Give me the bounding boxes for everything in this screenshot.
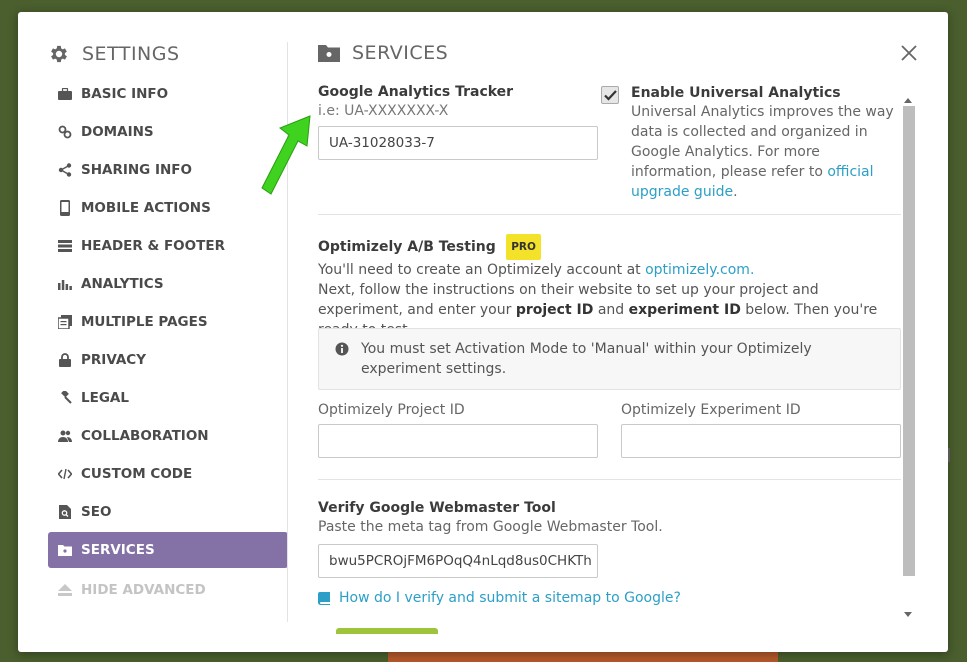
sidebar-item-sharing-info[interactable]: SHARING INFO [48,152,288,188]
experiment-id-group: Optimizely Experiment ID [621,402,901,458]
scroll-thumb[interactable] [903,106,915,576]
universal-analytics-desc-period: . [733,184,738,200]
sidebar-item-domains[interactable]: DOMAINS [48,114,288,150]
share-icon [58,163,72,177]
sidebar-item-services[interactable]: SERVICES [48,532,288,568]
pages-icon [58,315,72,329]
code-icon [58,467,72,481]
gavel-icon [58,391,72,405]
sidebar-item-basic-info[interactable]: BASIC INFO [48,76,288,112]
sidebar-item-label: MULTIPLE PAGES [81,314,208,330]
experiment-id-input[interactable] [621,424,901,458]
universal-analytics-section: Enable Universal Analytics Universal Ana… [601,84,901,202]
sidebar-item-label: LEGAL [81,390,129,406]
optimizely-line2-b: project ID [515,302,594,318]
background-handle [948,448,958,462]
services-content: Google Analytics Tracker i.e: UA-XXXXXXX… [318,84,901,620]
lock-icon [58,353,72,367]
universal-analytics-checkbox[interactable] [601,86,619,104]
optimizely-line1: You'll need to create an Optimizely acco… [318,260,901,280]
sidebar-item-collaboration[interactable]: COLLABORATION [48,418,288,454]
briefcase-icon [58,87,72,101]
universal-analytics-label: Enable Universal Analytics [631,85,841,101]
ga-label: Google Analytics Tracker [318,84,514,100]
optimizely-link[interactable]: optimizely.com. [645,262,754,278]
webmaster-hint: Paste the meta tag from Google Webmaster… [318,519,663,535]
sidebar-item-mobile-actions[interactable]: MOBILE ACTIONS [48,190,288,226]
project-id-group: Optimizely Project ID [318,402,598,458]
sidebar-item-header-footer[interactable]: HEADER & FOOTER [48,228,288,264]
optimizely-label: Optimizely A/B Testing [318,239,496,255]
sidebar-item-label: HEADER & FOOTER [81,238,225,254]
project-id-input[interactable] [318,424,598,458]
sidebar-item-privacy[interactable]: PRIVACY [48,342,288,378]
activation-alert-text: You must set Activation Mode to 'Manual'… [361,341,812,377]
ga-hint: i.e: UA-XXXXXXX-X [318,103,449,119]
settings-modal: SETTINGS BASIC INFO DOMAINS SHARING INFO… [18,12,948,652]
optimizely-line2-c: and [593,302,629,318]
header-footer-icon [58,239,72,253]
webmaster-section: Verify Google Webmaster Tool Paste the m… [318,500,901,606]
sidebar-item-legal[interactable]: LEGAL [48,380,288,416]
checkmark-icon [603,89,617,101]
project-id-label: Optimizely Project ID [318,402,465,418]
scroll-down-arrow-icon[interactable] [904,612,912,617]
universal-analytics-desc: Universal Analytics improves the way dat… [631,102,901,202]
optimizely-line2-d: experiment ID [628,302,741,318]
gear-icon [51,45,67,63]
sidebar-item-label: SHARING INFO [81,162,192,178]
ga-tracker-input[interactable]: UA-31028033-7 [318,126,598,160]
pro-badge: PRO [506,234,541,260]
seo-icon [58,505,72,519]
info-icon [335,342,349,356]
optimizely-section: Optimizely A/B Testing PRO You'll need t… [318,234,901,340]
sidebar-item-label: BASIC INFO [81,86,169,102]
sidebar-item-label: ANALYTICS [81,276,164,292]
sitemap-help-link[interactable]: How do I verify and submit a sitemap to … [318,590,901,606]
sidebar-item-label: DOMAINS [81,124,154,140]
sidebar-item-label: COLLABORATION [81,428,209,444]
sidebar-item-custom-code[interactable]: CUSTOM CODE [48,456,288,492]
folder-icon [318,45,340,62]
sidebar-item-label: PRIVACY [81,352,146,368]
page-title-label: SERVICES [352,42,449,64]
sidebar-title-label: SETTINGS [82,43,180,65]
sidebar-item-seo[interactable]: SEO [48,494,288,530]
section-divider [318,214,901,215]
book-icon [318,591,330,605]
link-icon [58,125,72,139]
activation-alert: You must set Activation Mode to 'Manual'… [318,328,901,390]
optimizely-line1-text: You'll need to create an Optimizely acco… [318,262,646,278]
experiment-id-label: Optimizely Experiment ID [621,402,801,418]
webmaster-meta-input[interactable]: bwu5PCROjFM6POqQ4nLqd8us0CHKTh [318,544,598,578]
sidebar-title: SETTINGS [48,40,288,68]
sidebar-item-label: SEO [81,504,112,520]
section-divider [318,479,901,480]
close-button[interactable] [898,42,920,64]
close-icon [901,45,917,61]
ga-section: Google Analytics Tracker i.e: UA-XXXXXXX… [318,84,598,160]
sidebar-item-multiple-pages[interactable]: MULTIPLE PAGES [48,304,288,340]
folder-icon [58,543,72,557]
settings-sidebar: SETTINGS BASIC INFO DOMAINS SHARING INFO… [48,40,288,610]
webmaster-label: Verify Google Webmaster Tool [318,500,556,516]
page-title: SERVICES [318,42,448,64]
sidebar-item-label: HIDE ADVANCED [81,582,206,598]
sidebar-item-label: MOBILE ACTIONS [81,200,211,216]
eject-icon [58,583,72,597]
scroll-up-arrow-icon[interactable] [904,98,912,103]
sidebar-item-label: SERVICES [81,542,155,558]
mobile-icon [58,200,72,216]
sidebar-item-analytics[interactable]: ANALYTICS [48,266,288,302]
sitemap-help-link-text[interactable]: How do I verify and submit a sitemap to … [339,590,681,606]
users-icon [58,429,72,443]
sidebar-item-label: CUSTOM CODE [81,466,193,482]
bar-chart-icon [58,277,72,291]
annotation-arrow-icon [261,115,311,195]
content-scrollbar[interactable] [902,96,916,620]
sidebar-item-hide-advanced[interactable]: HIDE ADVANCED [48,572,288,608]
save-button-partial[interactable] [336,628,438,634]
